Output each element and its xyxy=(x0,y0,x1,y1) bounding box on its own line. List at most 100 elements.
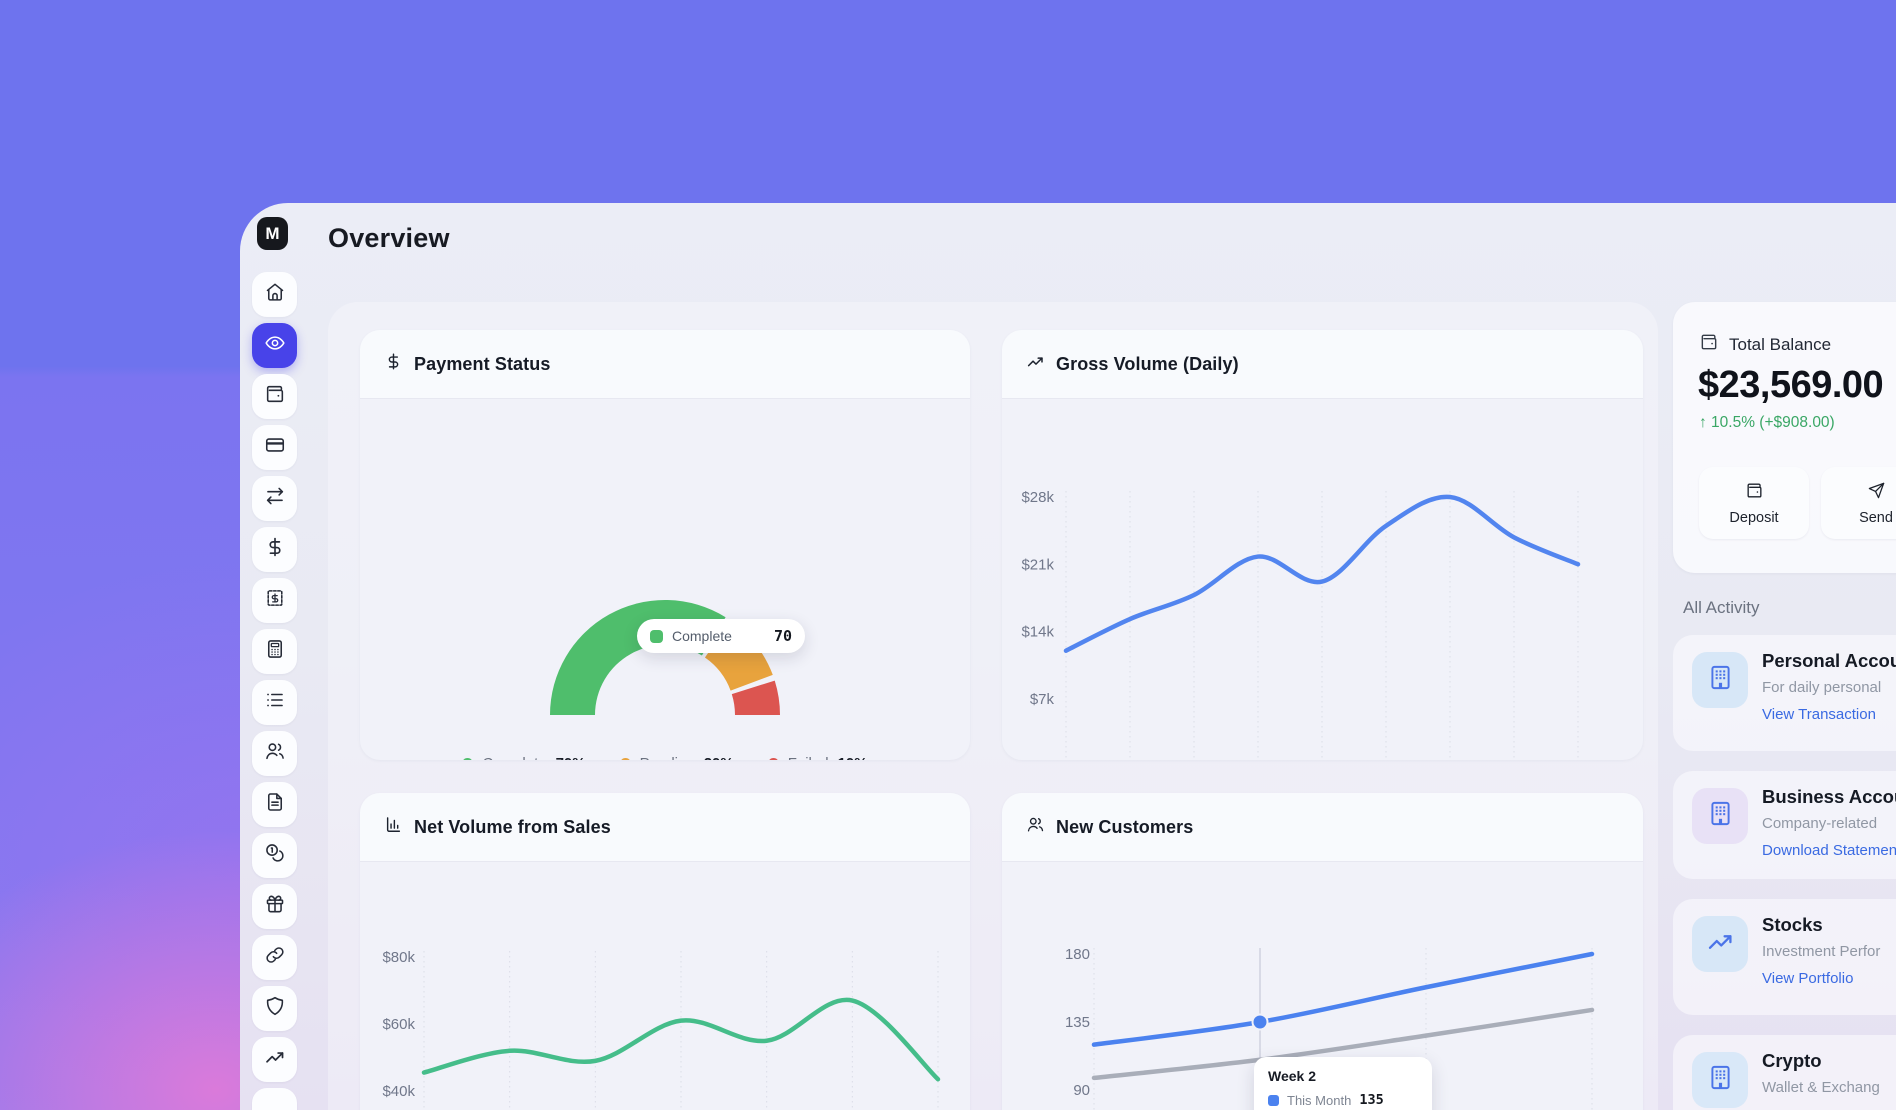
activity-description: For daily personal xyxy=(1762,679,1881,696)
data-point-marker xyxy=(1253,1015,1268,1030)
legend-value: 20% xyxy=(704,755,734,760)
activity-description: Wallet & Exchang xyxy=(1762,1079,1880,1096)
building-icon xyxy=(1706,799,1735,833)
legend-dot xyxy=(620,758,631,760)
calculator-icon xyxy=(264,638,286,665)
activity-description: Investment Perfor xyxy=(1762,943,1880,960)
credit-card-icon xyxy=(264,434,286,461)
legend-item-failed: Failed 10% xyxy=(768,755,868,760)
gauge-tooltip: Complete 70 xyxy=(637,619,805,653)
activity-item-stocks[interactable]: Stocks Investment Perfor View Portfolio xyxy=(1673,899,1896,1015)
total-balance-amount: $23,569.00 xyxy=(1698,364,1883,407)
users-icon xyxy=(264,740,286,767)
coins-icon xyxy=(264,842,286,869)
activity-item-crypto[interactable]: Crypto Wallet & Exchang xyxy=(1673,1035,1896,1110)
legend-value: 10% xyxy=(838,755,868,760)
balance-actions: Deposit Send xyxy=(1699,467,1896,539)
sidebar-item-growth[interactable] xyxy=(252,1037,297,1082)
card-gross-volume: Gross Volume (Daily) $28k$21k$14k$7k$0k1… xyxy=(1002,330,1643,760)
all-activity-header: All Activity xyxy=(1683,598,1760,618)
total-balance-change: ↑ 10.5% (+$908.00) xyxy=(1699,414,1835,432)
sidebar-item-calculator[interactable] xyxy=(252,629,297,674)
page-title: Overview xyxy=(328,223,450,254)
eye-icon xyxy=(264,332,286,359)
send-icon xyxy=(1867,481,1886,504)
new-customers-chart: 1801359045 Week 2 This Month 135 Last Mo… xyxy=(1002,862,1643,1110)
sidebar-item-payments[interactable] xyxy=(252,527,297,572)
series-gross-volume xyxy=(1066,497,1578,651)
arrows-left-right-icon xyxy=(264,485,286,512)
sidebar-item-links[interactable] xyxy=(252,935,297,980)
dollar-icon xyxy=(384,352,403,376)
sidebar-item-coins[interactable] xyxy=(252,833,297,878)
send-button[interactable]: Send xyxy=(1821,467,1896,539)
card-net-volume-header: Net Volume from Sales xyxy=(360,793,970,862)
activity-item-business-account[interactable]: Business Account Company-related Downloa… xyxy=(1673,771,1896,879)
users-icon xyxy=(1026,815,1045,839)
sidebar-item-customers[interactable] xyxy=(252,731,297,776)
charts-panel: Payment Status Complete 70 Complete 70% … xyxy=(328,302,1658,1110)
app-logo[interactable]: M xyxy=(257,217,288,250)
activity-title: Crypto xyxy=(1762,1050,1822,1072)
tooltip-title: Week 2 xyxy=(1268,1068,1418,1084)
file-text-icon xyxy=(264,791,286,818)
activity-icon-tile xyxy=(1692,652,1748,708)
sidebar-item-rewards[interactable] xyxy=(252,884,297,929)
tooltip-row-label: This Month xyxy=(1287,1093,1351,1108)
dollar-sign-icon xyxy=(264,536,286,563)
y-tick-label: $28k xyxy=(1021,489,1054,506)
series-this-month xyxy=(1094,954,1592,1045)
week-tooltip: Week 2 This Month 135 Last Month 110 xyxy=(1254,1057,1432,1110)
wallet-icon xyxy=(1699,332,1719,357)
payment-status-legend: Complete 70% Pending 20% Failed 10% xyxy=(360,755,970,760)
shield-icon xyxy=(264,995,286,1022)
y-tick-label: $40k xyxy=(382,1083,415,1100)
legend-label: Pending xyxy=(640,755,695,760)
activity-icon-tile xyxy=(1692,916,1748,972)
legend-item-complete: Complete 70% xyxy=(462,755,585,760)
y-tick-label: 135 xyxy=(1065,1014,1090,1031)
legend-label: Complete xyxy=(482,755,546,760)
y-tick-label: 90 xyxy=(1073,1082,1090,1099)
activity-description: Company-related xyxy=(1762,815,1877,832)
sidebar-item-device[interactable] xyxy=(252,1088,297,1110)
card-payment-status: Payment Status Complete 70 Complete 70% … xyxy=(360,330,970,760)
button-label: Send xyxy=(1859,510,1893,526)
card-gross-volume-header: Gross Volume (Daily) xyxy=(1002,330,1643,399)
deposit-button[interactable]: Deposit xyxy=(1699,467,1809,539)
list-icon xyxy=(264,689,286,716)
sidebar-item-cards[interactable] xyxy=(252,425,297,470)
gift-icon xyxy=(264,893,286,920)
device-icon xyxy=(264,1097,286,1110)
tooltip-row: This Month 135 xyxy=(1268,1092,1418,1108)
building-icon xyxy=(1706,663,1735,697)
legend-dot xyxy=(462,758,473,760)
card-new-customers: New Customers 1801359045 Week 2 This Mon… xyxy=(1002,793,1643,1110)
button-label: Deposit xyxy=(1729,510,1778,526)
legend-label: Failed xyxy=(788,755,829,760)
sidebar-item-documents[interactable] xyxy=(252,782,297,827)
tooltip-value: 70 xyxy=(774,627,792,645)
activity-link[interactable]: View Transaction xyxy=(1762,706,1876,723)
y-tick-label: $80k xyxy=(382,949,415,966)
card-title: New Customers xyxy=(1056,817,1193,838)
tooltip-swatch xyxy=(650,630,663,643)
sidebar-item-overview[interactable] xyxy=(252,323,297,368)
activity-link[interactable]: View Portfolio xyxy=(1762,970,1853,987)
sidebar-item-lists[interactable] xyxy=(252,680,297,725)
activity-link[interactable]: Download Statement xyxy=(1762,842,1896,859)
card-payment-status-header: Payment Status xyxy=(360,330,970,399)
sidebar-item-invoices[interactable] xyxy=(252,578,297,623)
y-tick-label: $7k xyxy=(1030,691,1055,708)
activity-item-personal-account[interactable]: Personal Account For daily personal View… xyxy=(1673,635,1896,751)
sidebar-item-transfers[interactable] xyxy=(252,476,297,521)
receipt-icon xyxy=(264,587,286,614)
wallet-icon xyxy=(1745,481,1764,504)
total-balance-card: Total Balance $23,569.00 ↑ 10.5% (+$908.… xyxy=(1673,302,1896,573)
sidebar-item-security[interactable] xyxy=(252,986,297,1031)
home-icon xyxy=(264,281,286,308)
activity-icon-tile xyxy=(1692,788,1748,844)
y-tick-label: $14k xyxy=(1021,624,1054,641)
sidebar-item-home[interactable] xyxy=(252,272,297,317)
sidebar-item-wallet[interactable] xyxy=(252,374,297,419)
